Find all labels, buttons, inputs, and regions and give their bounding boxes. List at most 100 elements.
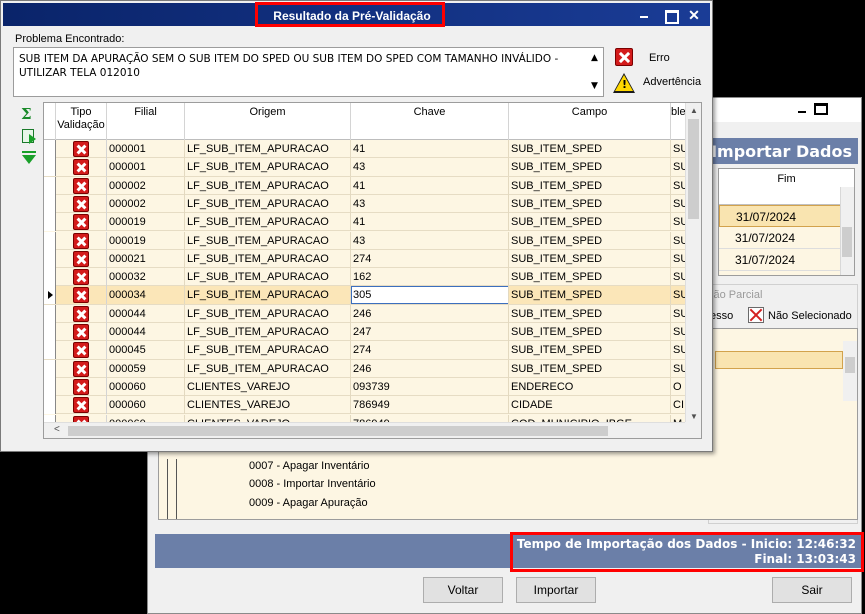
scroll-down-icon[interactable]: ▼ bbox=[591, 79, 598, 93]
filial-cell[interactable]: 000001 bbox=[107, 158, 185, 177]
close-button[interactable]: ✕ bbox=[685, 7, 703, 23]
table-row[interactable]: 000044 LF_SUB_ITEM_APURACAO 247 SUB_ITEM_SP… bbox=[44, 323, 687, 342]
origem-cell[interactable]: LF_SUB_ITEM_APURACAO bbox=[185, 213, 351, 232]
campo-cell[interactable]: SUB_ITEM_SPED bbox=[509, 249, 671, 268]
row-indicator[interactable] bbox=[44, 249, 56, 268]
row-indicator[interactable] bbox=[44, 176, 56, 195]
table-row[interactable]: 000045 LF_SUB_ITEM_APURACAO 274 SUB_ITEM_SP… bbox=[44, 341, 687, 360]
table-row[interactable]: 000032 LF_SUB_ITEM_APURACAO 162 SUB_ITEM_SP… bbox=[44, 268, 687, 287]
chave-cell[interactable]: 41 bbox=[351, 176, 509, 195]
scroll-left-icon[interactable]: < bbox=[54, 424, 60, 435]
row-indicator[interactable] bbox=[44, 231, 56, 250]
filial-cell[interactable]: 000060 bbox=[107, 377, 185, 396]
sair-button[interactable]: Sair bbox=[772, 577, 852, 603]
minimize-button[interactable] bbox=[795, 103, 809, 115]
origem-cell[interactable]: CLIENTES_VAREJO bbox=[185, 377, 351, 396]
tipo-validacao-cell[interactable] bbox=[56, 396, 107, 415]
validation-grid[interactable]: Tipo Validação Filial Origem Chave Campo… bbox=[43, 102, 702, 439]
table-row[interactable]: 000002 LF_SUB_ITEM_APURACAO 43 SUB_ITEM_SPE… bbox=[44, 194, 687, 214]
table-row[interactable]: 000044 LF_SUB_ITEM_APURACAO 246 SUB_ITEM_SP… bbox=[44, 304, 687, 323]
maximize-button[interactable] bbox=[661, 7, 679, 24]
tipo-validacao-cell[interactable] bbox=[56, 194, 107, 213]
tipo-validacao-cell[interactable] bbox=[56, 341, 107, 360]
list-item[interactable]: 0007 - Apagar Inventário bbox=[249, 460, 369, 472]
row-indicator[interactable] bbox=[44, 341, 56, 360]
campo-cell[interactable]: SUB_ITEM_SPED bbox=[509, 158, 671, 177]
table-row[interactable]: 000060 CLIENTES_VAREJO 786949 CIDADE CI bbox=[44, 396, 687, 415]
campo-cell[interactable]: SUB_ITEM_SPED bbox=[509, 176, 671, 195]
filial-cell[interactable]: 000019 bbox=[107, 231, 185, 250]
campo-cell[interactable]: SUB_ITEM_SPED bbox=[509, 323, 671, 341]
tipo-validacao-cell[interactable] bbox=[56, 377, 107, 396]
origem-cell[interactable]: LF_SUB_ITEM_APURACAO bbox=[185, 323, 351, 341]
table-row[interactable]: 000001 LF_SUB_ITEM_APURACAO 43 SUB_ITEM_SPE… bbox=[44, 158, 687, 177]
tipo-validacao-cell[interactable] bbox=[56, 249, 107, 268]
chave-cell[interactable]: 43 bbox=[351, 231, 509, 250]
campo-cell[interactable]: SUB_ITEM_SPED bbox=[509, 359, 671, 378]
chave-cell[interactable]: 43 bbox=[351, 194, 509, 213]
list-selected-row[interactable] bbox=[715, 351, 843, 369]
origem-cell[interactable]: LF_SUB_ITEM_APURACAO bbox=[185, 341, 351, 360]
chave-cell[interactable]: 305 bbox=[351, 286, 509, 305]
tipo-validacao-cell[interactable] bbox=[56, 176, 107, 195]
chave-cell[interactable]: 41 bbox=[351, 213, 509, 232]
minimize-button[interactable] bbox=[635, 7, 653, 23]
filial-cell[interactable]: 000044 bbox=[107, 323, 185, 341]
campo-cell[interactable]: SUB_ITEM_SPED bbox=[509, 341, 671, 360]
filial-cell[interactable]: 000021 bbox=[107, 249, 185, 268]
row-indicator[interactable] bbox=[44, 268, 56, 287]
row-indicator[interactable] bbox=[44, 359, 56, 378]
filial-cell[interactable]: 000034 bbox=[107, 286, 185, 305]
tipo-validacao-cell[interactable] bbox=[56, 268, 107, 287]
chave-cell[interactable]: 246 bbox=[351, 359, 509, 378]
scroll-up-icon[interactable]: ▲ bbox=[690, 106, 698, 115]
tipo-validacao-header[interactable]: Tipo Validação bbox=[56, 103, 107, 140]
tipo-validacao-cell[interactable] bbox=[56, 359, 107, 378]
scroll-thumb[interactable] bbox=[845, 357, 855, 373]
period-row[interactable]: 31/07/2024 bbox=[719, 205, 841, 227]
scroll-up-icon[interactable]: ▲ bbox=[591, 51, 598, 65]
row-indicator[interactable] bbox=[44, 377, 56, 396]
chave-cell[interactable]: 43 bbox=[351, 158, 509, 177]
chave-cell[interactable]: 162 bbox=[351, 268, 509, 287]
row-indicator[interactable] bbox=[44, 194, 56, 213]
scroll-down-icon[interactable]: ▼ bbox=[690, 412, 698, 421]
table-row[interactable]: 000019 LF_SUB_ITEM_APURACAO 43 SUB_ITEM_SPE… bbox=[44, 231, 687, 250]
table-row[interactable]: 000059 LF_SUB_ITEM_APURACAO 246 SUB_ITEM_SP… bbox=[44, 359, 687, 378]
row-indicator[interactable] bbox=[44, 304, 56, 323]
origem-cell[interactable]: LF_SUB_ITEM_APURACAO bbox=[185, 194, 351, 213]
table-row[interactable]: 000060 CLIENTES_VAREJO 093739 ENDERECO O I bbox=[44, 377, 687, 397]
filial-cell[interactable]: 000002 bbox=[107, 176, 185, 195]
procedure-list-scrollbar[interactable] bbox=[843, 341, 857, 401]
origem-cell[interactable]: LF_SUB_ITEM_APURACAO bbox=[185, 268, 351, 287]
chave-header[interactable]: Chave bbox=[351, 103, 509, 140]
campo-cell[interactable]: SUB_ITEM_SPED bbox=[509, 286, 671, 305]
export-icon[interactable] bbox=[21, 128, 37, 144]
tipo-validacao-cell[interactable] bbox=[56, 323, 107, 341]
table-row[interactable]: 000021 LF_SUB_ITEM_APURACAO 274 SUB_ITEM_SP… bbox=[44, 249, 687, 269]
campo-cell[interactable]: SUB_ITEM_SPED bbox=[509, 304, 671, 323]
origem-header[interactable]: Origem bbox=[185, 103, 351, 140]
row-indicator[interactable] bbox=[44, 286, 56, 305]
campo-cell[interactable]: SUB_ITEM_SPED bbox=[509, 213, 671, 232]
maximize-button[interactable] bbox=[814, 103, 828, 115]
row-indicator[interactable] bbox=[44, 213, 56, 232]
list-item[interactable]: 0008 - Importar Inventário bbox=[249, 478, 376, 490]
origem-cell[interactable]: LF_SUB_ITEM_APURACAO bbox=[185, 359, 351, 378]
filial-cell[interactable]: 000059 bbox=[107, 359, 185, 378]
list-item[interactable]: 0009 - Apagar Apuração bbox=[249, 497, 368, 509]
tipo-validacao-cell[interactable] bbox=[56, 158, 107, 177]
origem-cell[interactable]: LF_SUB_ITEM_APURACAO bbox=[185, 158, 351, 177]
scroll-thumb[interactable] bbox=[688, 119, 699, 219]
row-indicator[interactable] bbox=[44, 323, 56, 341]
chave-cell[interactable]: 246 bbox=[351, 304, 509, 323]
origem-cell[interactable]: LF_SUB_ITEM_APURACAO bbox=[185, 231, 351, 250]
period-grid-scrollbar[interactable] bbox=[840, 187, 854, 275]
sum-icon[interactable]: Σ bbox=[21, 107, 37, 123]
filial-cell[interactable]: 000032 bbox=[107, 268, 185, 287]
row-indicator[interactable] bbox=[44, 140, 56, 158]
campo-cell[interactable]: ENDERECO bbox=[509, 377, 671, 396]
row-indicator[interactable] bbox=[44, 396, 56, 415]
origem-cell[interactable]: LF_SUB_ITEM_APURACAO bbox=[185, 176, 351, 195]
scroll-thumb[interactable] bbox=[68, 426, 608, 436]
